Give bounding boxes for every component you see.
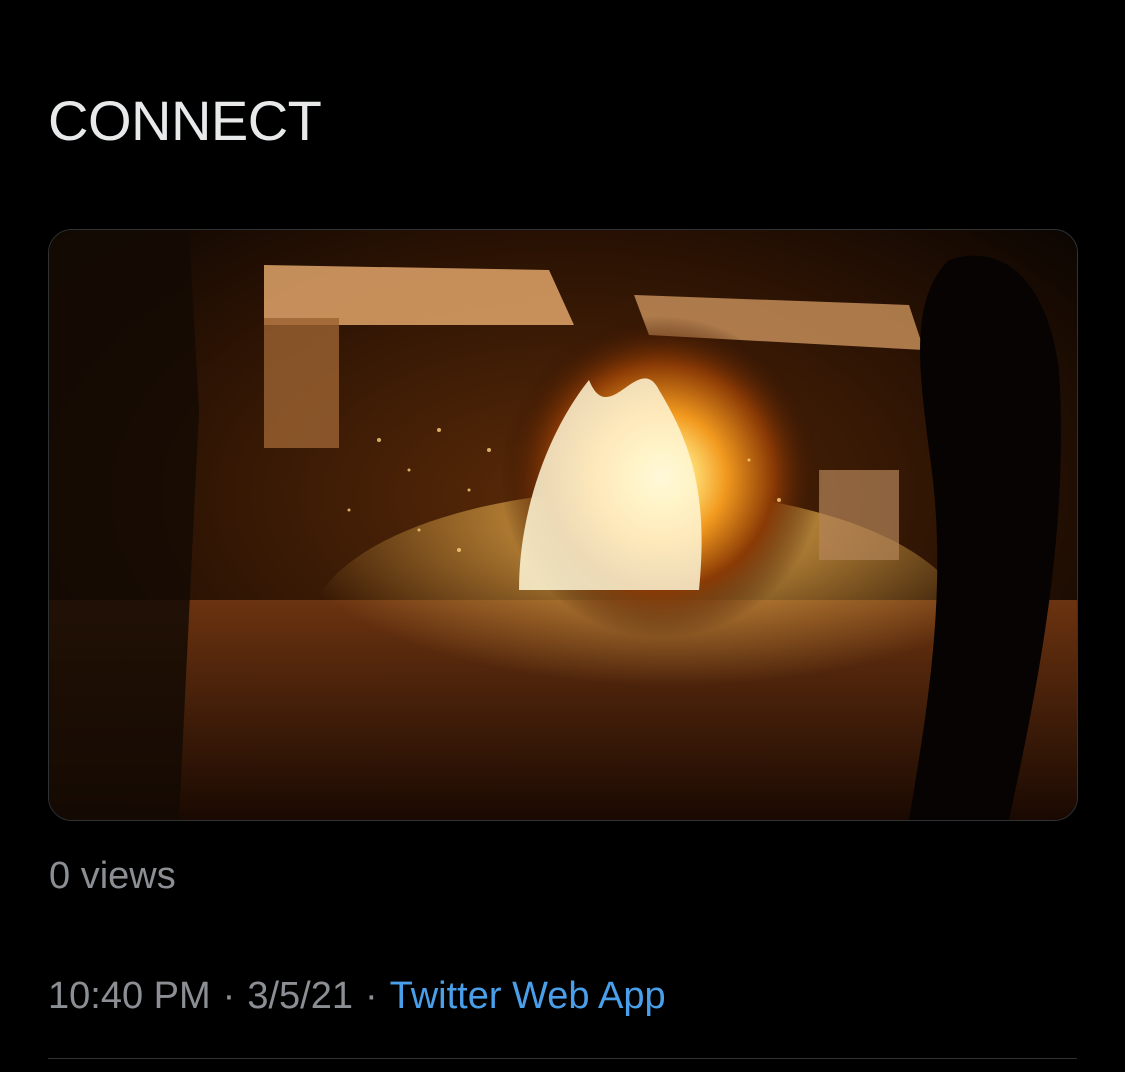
meta-separator: ·	[222, 975, 236, 1017]
tweet-metadata: 10:40 PM · 3/5/21 · Twitter Web App	[48, 972, 666, 1020]
video-thumbnail[interactable]	[48, 229, 1078, 821]
meta-separator: ·	[364, 975, 378, 1017]
tweet-time: 10:40 PM	[48, 975, 211, 1017]
tweet-date: 3/5/21	[247, 975, 353, 1017]
source-link[interactable]: Twitter Web App	[390, 975, 666, 1017]
view-count: 0 views	[49, 855, 176, 897]
video-frame-image	[49, 230, 1077, 820]
divider	[48, 1058, 1077, 1059]
tweet-text: CONNECT	[48, 89, 322, 152]
